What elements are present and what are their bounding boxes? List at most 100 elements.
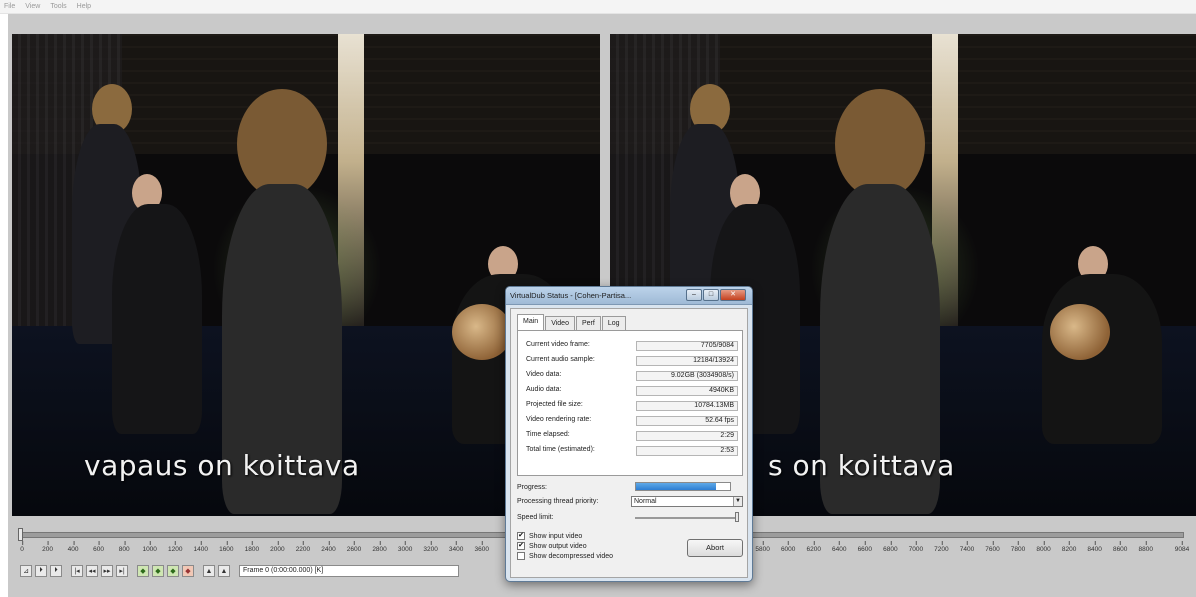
timeline-tick-label: 7200 <box>934 541 949 553</box>
stat-value: 2:29 <box>636 431 738 441</box>
main-tab-panel: Current video frame: 7705/9084 Current au… <box>517 330 743 476</box>
timeline-tick-label: 5800 <box>755 541 770 553</box>
timeline-tick-label: 200 <box>42 541 53 553</box>
prev-keyframe-button[interactable]: ◆ <box>137 565 149 577</box>
timeline-tick-label: 7000 <box>908 541 924 553</box>
timeline-tick-label: 6600 <box>857 541 873 553</box>
timeline-tick-label: 1600 <box>219 541 234 553</box>
timeline-tick-label: 0 <box>20 541 24 553</box>
go-start-button[interactable]: |◂ <box>71 565 83 577</box>
timeline-tick-label: 2200 <box>295 541 311 553</box>
stat-value: 12184/13924 <box>636 356 738 366</box>
stat-label: Current video frame: <box>526 341 590 348</box>
timeline-tick-label: 2800 <box>372 541 387 553</box>
dialog-tabs: Main Video Perf Log <box>517 314 627 331</box>
timeline-tick-label: 400 <box>67 541 79 553</box>
speed-row: Speed limit: <box>517 512 745 524</box>
speed-slider-thumb[interactable] <box>735 512 739 522</box>
next-frame-button[interactable]: ▸▸ <box>101 565 113 577</box>
menu-help[interactable]: Help <box>77 3 91 10</box>
go-end-button[interactable]: ▸| <box>116 565 128 577</box>
tab-log[interactable]: Log <box>601 316 626 330</box>
progress-label: Progress: <box>517 484 547 491</box>
stat-row: Current video frame: 7705/9084 <box>526 341 738 351</box>
tab-video[interactable]: Video <box>545 316 575 330</box>
menu-file[interactable]: File <box>4 3 15 10</box>
progress-fill <box>636 483 716 490</box>
dialog-title: VirtualDub Status - [Cohen-Partisa... <box>510 291 632 300</box>
position-slider-thumb[interactable] <box>18 528 23 541</box>
play-input-button[interactable]: ⏵ <box>35 565 47 577</box>
stat-label: Time elapsed: <box>526 431 570 438</box>
stat-label: Video rendering rate: <box>526 416 592 423</box>
menu-tools[interactable]: Tools <box>50 3 66 10</box>
next-keyframe-button[interactable]: ◆ <box>152 565 164 577</box>
speed-label: Speed limit: <box>517 514 554 521</box>
timeline-tick-label: 800 <box>118 541 130 553</box>
priority-value: Normal <box>634 498 657 505</box>
stat-row: Video data: 9.02GB (3034908/s) <box>526 371 738 381</box>
maximize-button[interactable]: □ <box>703 289 719 301</box>
speed-slider[interactable] <box>635 517 739 519</box>
timeline-tick-label: 8400 <box>1087 541 1102 553</box>
timeline-tick-label: 6400 <box>832 541 847 553</box>
timeline-tick-label: 8200 <box>1061 541 1077 553</box>
checkbox-box[interactable]: ✔ <box>517 532 525 540</box>
minimize-button[interactable]: – <box>686 289 702 301</box>
timeline-tick-label: 2400 <box>321 541 336 553</box>
prev-frame-button[interactable]: ◂◂ <box>86 565 98 577</box>
timeline-tick-label: 8000 <box>1036 541 1051 553</box>
stop-button[interactable]: ⊿ <box>20 565 32 577</box>
stat-value: 52.64 fps <box>636 416 738 426</box>
scene-back-button[interactable]: ▲ <box>203 565 215 577</box>
dialog-titlebar[interactable]: VirtualDub Status - [Cohen-Partisa... – … <box>506 287 752 305</box>
mark-out-button[interactable]: ◆ <box>182 565 194 577</box>
priority-select[interactable]: Normal ▼ <box>631 496 743 507</box>
timeline-tick-label: 1800 <box>244 541 260 553</box>
play-output-button[interactable]: ⏵ <box>50 565 62 577</box>
tab-perf[interactable]: Perf <box>575 316 601 330</box>
timeline-tick-label: 6800 <box>883 541 898 553</box>
chevron-down-icon[interactable]: ▼ <box>733 497 742 506</box>
timeline-tick-label: 1200 <box>168 541 183 553</box>
timeline-tick-label: 3000 <box>397 541 413 553</box>
checkbox-box[interactable] <box>517 552 525 560</box>
priority-row: Processing thread priority: Normal ▼ <box>517 496 745 508</box>
stat-label: Audio data: <box>526 386 562 393</box>
playback-toolbar: ⊿ ⏵ ⏵ |◂ ◂◂ ▸▸ ▸| ◆ ◆ ◆ ◆ ▲ ▲ Frame 0 (0:00:00.000) [… <box>20 564 459 578</box>
abort-button[interactable]: Abort <box>687 539 743 557</box>
stat-value: 2:53 <box>636 446 738 456</box>
options-row: ✔ Show input video ✔ Show output video Sho… <box>517 531 745 571</box>
progress-bar <box>635 482 731 491</box>
stat-label: Total time (estimated): <box>526 446 595 453</box>
stat-row: Time elapsed: 2:29 <box>526 431 738 441</box>
timeline-tick-label: 3200 <box>423 541 438 553</box>
stat-value: 7705/9084 <box>636 341 738 351</box>
close-button[interactable]: ✕ <box>720 289 746 301</box>
frame-indicator: Frame 0 (0:00:00.000) [K] <box>239 565 459 577</box>
scene-forward-button[interactable]: ▲ <box>218 565 230 577</box>
output-subtitle: s on koittava <box>768 449 955 482</box>
menu-view[interactable]: View <box>25 3 40 10</box>
stat-label: Projected file size: <box>526 401 583 408</box>
stat-value: 4940KB <box>636 386 738 396</box>
mark-in-button[interactable]: ◆ <box>167 565 179 577</box>
stat-value: 10784.13MB <box>636 401 738 411</box>
stat-value: 9.02GB (3034908/s) <box>636 371 738 381</box>
stat-row: Current audio sample: 12184/13924 <box>526 356 738 366</box>
timeline-tick-label: 3600 <box>474 541 489 553</box>
timeline-tick-label: 2000 <box>270 541 285 553</box>
checkbox-box[interactable]: ✔ <box>517 542 525 550</box>
checkbox-label: Show input video <box>529 532 583 540</box>
timeline-tick-label: 8800 <box>1138 541 1153 553</box>
timeline-tick-label: 7400 <box>959 541 975 553</box>
timeline-tick-label: 600 <box>93 541 105 553</box>
stat-row: Total time (estimated): 2:53 <box>526 446 738 456</box>
checkbox-label: Show decompressed video <box>529 552 614 560</box>
timeline-tick-label: 7600 <box>985 541 1000 553</box>
timeline-tick-label: 6000 <box>780 541 796 553</box>
status-dialog: VirtualDub Status - [Cohen-Partisa... – … <box>505 286 753 582</box>
timeline-tick-label: 7800 <box>1010 541 1026 553</box>
tab-main[interactable]: Main <box>517 314 545 330</box>
progress-row: Progress: <box>517 482 745 492</box>
